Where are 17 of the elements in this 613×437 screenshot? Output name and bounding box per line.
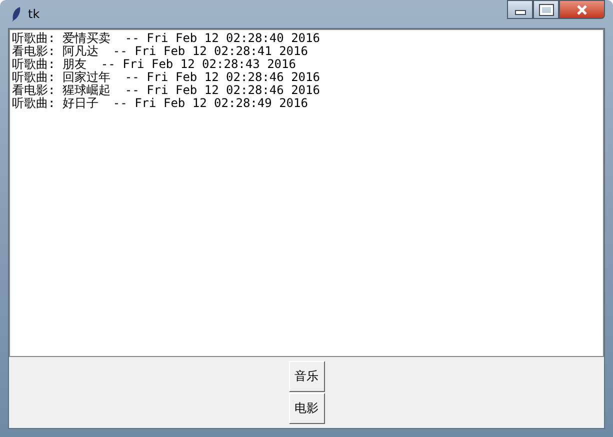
- window-title: tk: [28, 7, 40, 21]
- maximize-icon: [540, 4, 552, 14]
- log-line: 看电影: 阿凡达 -- Fri Feb 12 02:28:41 2016: [12, 45, 309, 58]
- log-line: 听歌曲: 爱情买卖 -- Fri Feb 12 02:28:40 2016: [12, 32, 321, 45]
- text-area[interactable]: [9, 29, 604, 357]
- log-line: 听歌曲: 好日子 -- Fri Feb 12 02:28:49 2016: [12, 97, 309, 110]
- log-line: 听歌曲: 朋友 -- Fri Feb 12 02:28:43 2016: [12, 58, 297, 71]
- close-button[interactable]: [559, 0, 605, 19]
- minimize-icon: [514, 10, 526, 15]
- maximize-button[interactable]: [533, 0, 559, 19]
- log-line: 听歌曲: 回家过年 -- Fri Feb 12 02:28:46 2016: [12, 71, 321, 84]
- feather-icon: [10, 6, 22, 22]
- log-line: 看电影: 猩球崛起 -- Fri Feb 12 02:28:46 2016: [12, 84, 321, 97]
- minimize-button[interactable]: [507, 0, 533, 19]
- tk-button[interactable]: 电影: [288, 393, 324, 424]
- tk-button[interactable]: 音乐: [288, 361, 324, 392]
- close-icon: [576, 4, 588, 14]
